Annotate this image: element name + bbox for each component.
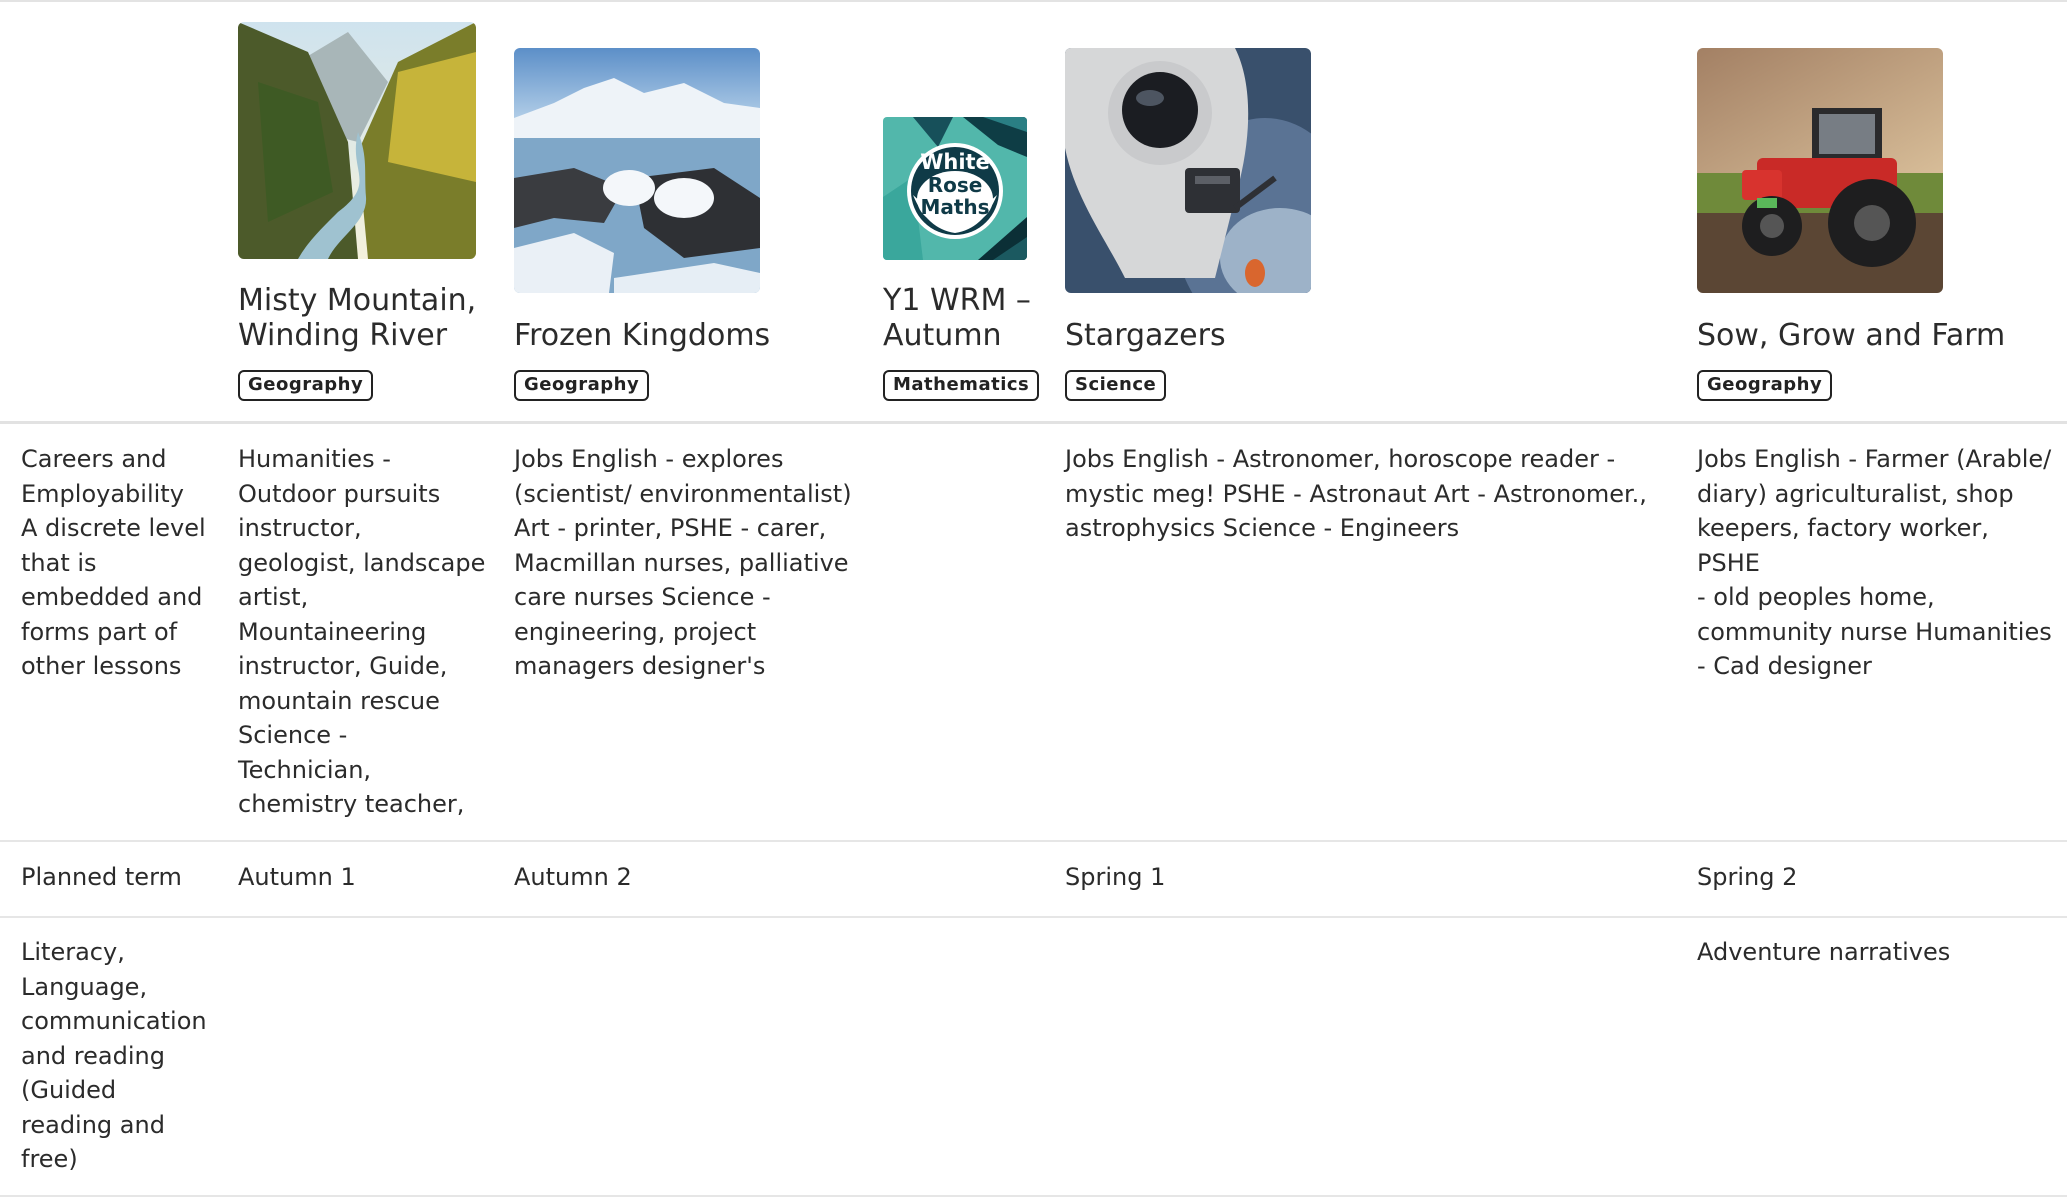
row-label-careers: Careers and Employability A discrete lev… [21, 445, 206, 680]
row-label-planned-term: Planned term [21, 863, 182, 891]
term-cell-stargazers: Spring 1 [1065, 863, 1166, 891]
svg-text:Rose: Rose [928, 173, 983, 197]
careers-cell-sow-grow-farm: Jobs English - Farmer (Arable/ diary) ag… [1697, 445, 2052, 680]
row-divider [0, 840, 2067, 842]
topic-thumbnail-misty-mountain[interactable] [238, 22, 476, 259]
topic-thumbnail-sow-grow-farm[interactable] [1697, 48, 1943, 293]
careers-cell-stargazers: Jobs English - Astronomer, horoscope rea… [1065, 445, 1647, 542]
topic-thumbnail-frozen-kingdoms[interactable] [514, 48, 760, 293]
white-rose-maths-logo[interactable]: White Rose Maths [883, 117, 1027, 260]
row-divider [0, 916, 2067, 918]
header-divider [0, 421, 2067, 424]
term-cell-sow-grow-farm: Spring 2 [1697, 863, 1798, 891]
topic-title-stargazers[interactable]: Stargazers [1065, 318, 1226, 353]
subject-badge-science: Science [1065, 370, 1167, 401]
topic-title-sow-grow-farm[interactable]: Sow, Grow and Farm [1697, 318, 2005, 353]
row-label-literacy: Literacy, Language, communication and re… [21, 938, 207, 1173]
term-cell-misty-mountain: Autumn 1 [238, 863, 356, 891]
topic-title-misty-mountain[interactable]: Misty Mountain, Winding River [238, 283, 476, 353]
subject-badge-geography: Geography [238, 370, 374, 401]
careers-cell-frozen-kingdoms: Jobs English - explores (scientist/ envi… [514, 445, 852, 680]
topic-thumbnail-stargazers[interactable] [1065, 48, 1311, 293]
svg-text:Maths: Maths [920, 195, 989, 219]
top-border [0, 0, 2067, 2]
careers-cell-misty-mountain: Humanities - Outdoor pursuits instructor… [238, 445, 486, 818]
literacy-cell-sow-grow-farm: Adventure narratives [1697, 938, 1951, 966]
topic-title-frozen-kingdoms[interactable]: Frozen Kingdoms [514, 318, 770, 353]
svg-text:White: White [920, 150, 990, 174]
term-cell-frozen-kingdoms: Autumn 2 [514, 863, 632, 891]
subject-badge-geography: Geography [514, 370, 650, 401]
topic-title-y1-wrm-autumn[interactable]: Y1 WRM – Autumn [883, 283, 1031, 353]
subject-badge-mathematics: Mathematics [883, 370, 1040, 401]
subject-badge-geography: Geography [1697, 370, 1833, 401]
